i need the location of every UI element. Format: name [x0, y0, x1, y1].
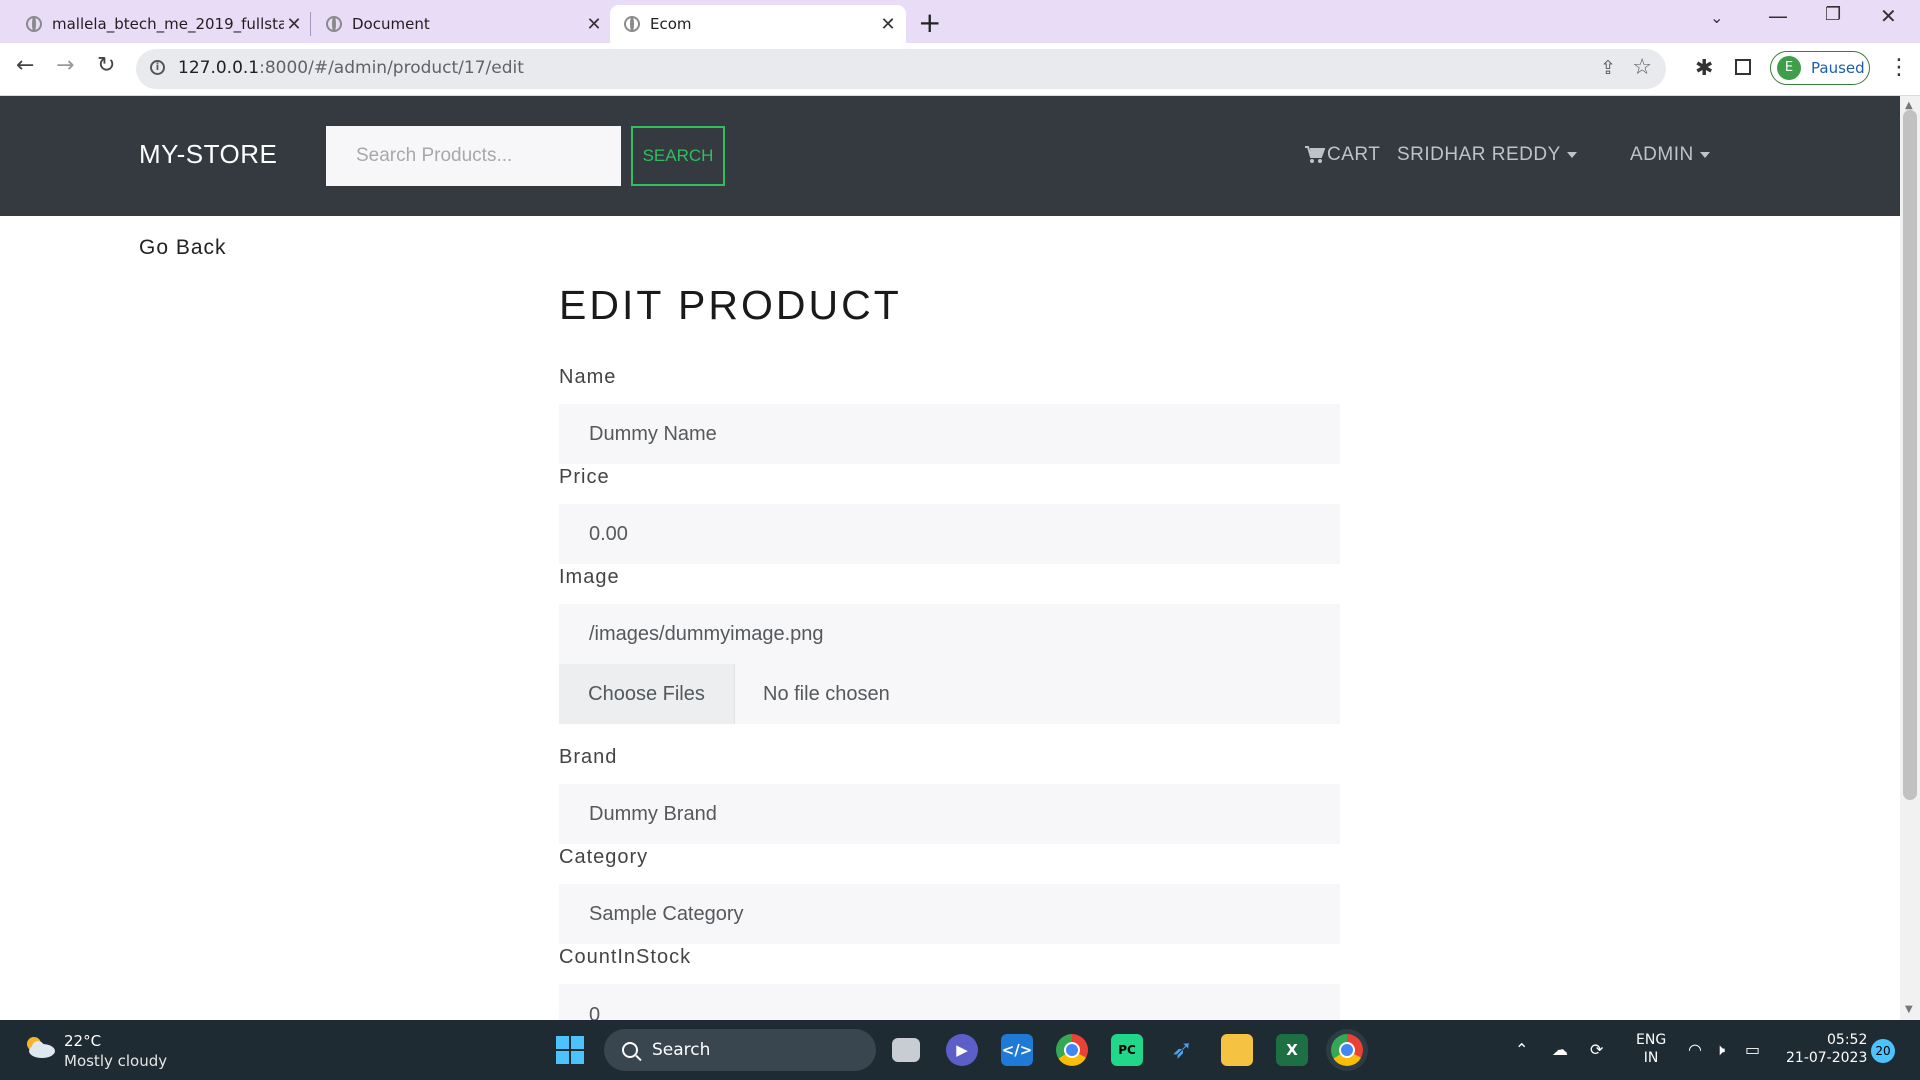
weather-status[interactable]: Mostly cloudy — [64, 1052, 167, 1070]
address-bar[interactable]: i 127.0.0.1:8000/#/admin/product/17/edit… — [136, 49, 1666, 89]
tab-title: mallela_btech_me_2019_fullstack — [52, 15, 284, 33]
price-field[interactable]: 0.00 — [559, 504, 1340, 564]
site-info-icon[interactable]: i — [150, 60, 165, 75]
tab-title: Document — [352, 15, 430, 33]
dolphin-app-icon[interactable]: ➶ — [1166, 1034, 1198, 1066]
clock[interactable]: 05:52 21-07-2023 — [1786, 1031, 1867, 1067]
task-view-icon[interactable] — [892, 1038, 920, 1062]
tab-search-chevron-icon[interactable]: ⌄ — [1710, 8, 1723, 27]
category-label: Category — [559, 846, 649, 868]
excel-icon[interactable]: X — [1276, 1034, 1308, 1066]
language-indicator[interactable]: ENG IN — [1636, 1031, 1666, 1067]
taskbar-search[interactable]: Search — [604, 1029, 876, 1071]
battery-icon[interactable]: ▭ — [1745, 1040, 1760, 1059]
admin-dropdown[interactable]: ADMIN — [1630, 144, 1710, 166]
choose-files-button[interactable]: Choose Files — [559, 664, 735, 724]
taskbar-search-label: Search — [652, 1040, 711, 1060]
chrome-profile-icon[interactable] — [1331, 1034, 1363, 1066]
caret-down-icon — [1566, 152, 1577, 158]
scroll-down-icon[interactable]: ▼ — [1905, 1004, 1913, 1015]
reload-icon[interactable]: ↻ — [97, 53, 115, 78]
profile-status: Paused — [1811, 59, 1865, 77]
menu-kebab-icon[interactable]: ⋮ — [1888, 55, 1910, 80]
browser-tab-ecom[interactable]: Ecom ✕ — [610, 5, 906, 43]
avatar: E — [1777, 56, 1801, 80]
windows-logo-icon — [556, 1036, 584, 1064]
globe-icon — [624, 16, 640, 32]
clock-date: 21-07-2023 — [1786, 1050, 1868, 1066]
language-code: ENG — [1636, 1032, 1667, 1048]
brand-label: Brand — [559, 746, 618, 768]
close-window-icon[interactable]: ✕ — [1880, 4, 1897, 28]
url-text[interactable]: 127.0.0.1:8000/#/admin/product/17/edit — [178, 58, 524, 78]
speaker-muted-icon[interactable]: 🕨 — [1715, 1040, 1725, 1060]
page-title: EDIT PRODUCT — [559, 282, 902, 328]
sync-icon[interactable]: ⟳ — [1590, 1040, 1603, 1059]
url-host: 127.0.0.1 — [178, 58, 260, 78]
cart-link[interactable]: CART — [1305, 144, 1380, 166]
pycharm-icon[interactable]: PC — [1111, 1034, 1143, 1066]
price-label: Price — [559, 466, 610, 488]
search-input[interactable] — [326, 126, 621, 186]
tab-separator — [310, 12, 311, 36]
notification-badge[interactable]: 20 — [1871, 1039, 1895, 1063]
teams-chat-icon[interactable]: ▶ — [946, 1034, 978, 1066]
url-path: :8000/#/admin/product/17/edit — [259, 58, 524, 78]
browser-tab-document[interactable]: Document ✕ — [314, 5, 604, 43]
minimize-icon[interactable]: — — [1768, 4, 1788, 28]
bookmark-star-icon[interactable]: ☆ — [1632, 55, 1652, 80]
close-tab-icon[interactable]: ✕ — [284, 14, 304, 35]
browser-tab-mallela[interactable]: mallela_btech_me_2019_fullstack ✕ — [14, 5, 304, 43]
go-back-link[interactable]: Go Back — [139, 236, 227, 260]
side-panel-icon[interactable] — [1735, 59, 1751, 75]
admin-label: ADMIN — [1630, 144, 1694, 165]
back-icon[interactable]: ← — [16, 53, 34, 78]
tab-title: Ecom — [650, 15, 692, 33]
file-status-text: No file chosen — [763, 682, 890, 705]
close-tab-icon[interactable]: ✕ — [584, 14, 604, 35]
count-in-stock-field[interactable]: 0 — [559, 984, 1340, 1020]
brand-field[interactable]: Dummy Brand — [559, 784, 1340, 844]
page-viewport: MY-STORE SEARCH CART SRIDHAR REDDY ADMIN… — [0, 96, 1900, 1020]
chrome-icon[interactable] — [1056, 1034, 1088, 1066]
brand-logo[interactable]: MY-STORE — [139, 139, 277, 170]
globe-icon — [26, 16, 42, 32]
search-icon — [622, 1042, 638, 1058]
user-name: SRIDHAR REDDY — [1397, 144, 1561, 165]
tray-overflow-chevron-icon[interactable]: ⌃ — [1515, 1040, 1528, 1059]
name-field[interactable]: Dummy Name — [559, 404, 1340, 464]
count-in-stock-label: CountInStock — [559, 946, 692, 968]
scrollbar-thumb[interactable] — [1903, 110, 1917, 800]
region-code: IN — [1643, 1050, 1659, 1066]
cart-label: CART — [1327, 144, 1381, 165]
caret-down-icon — [1699, 152, 1710, 158]
windows-start-icon[interactable] — [554, 1034, 586, 1066]
user-dropdown[interactable]: SRIDHAR REDDY — [1397, 144, 1577, 166]
extensions-puzzle-icon[interactable]: ✱ — [1695, 56, 1713, 81]
search-button[interactable]: SEARCH — [631, 126, 725, 186]
wifi-icon[interactable]: ◠ — [1688, 1040, 1702, 1059]
vscode-icon[interactable]: </> — [1001, 1034, 1033, 1066]
close-tab-icon[interactable]: ✕ — [878, 14, 898, 35]
clock-time: 05:52 — [1827, 1032, 1868, 1048]
image-path-field[interactable]: /images/dummyimage.png — [559, 604, 1340, 664]
image-label: Image — [559, 566, 620, 588]
onedrive-cloud-icon[interactable]: ☁ — [1552, 1040, 1568, 1059]
image-file-input[interactable]: Choose Files No file chosen — [559, 664, 1340, 724]
share-icon[interactable]: ⇪ — [1600, 57, 1616, 79]
profile-button[interactable]: E Paused — [1770, 51, 1870, 85]
category-field[interactable]: Sample Category — [559, 884, 1340, 944]
cart-icon — [1305, 146, 1325, 163]
name-label: Name — [559, 366, 617, 388]
globe-icon — [326, 16, 342, 32]
restore-icon[interactable]: ❐ — [1825, 4, 1841, 25]
file-explorer-icon[interactable] — [1221, 1034, 1253, 1066]
weather-cloud-icon[interactable] — [22, 1035, 56, 1059]
new-tab-icon[interactable]: + — [918, 6, 941, 39]
forward-icon[interactable]: → — [56, 53, 74, 78]
weather-temperature[interactable]: 22°C — [64, 1032, 101, 1050]
app-navbar: MY-STORE SEARCH CART SRIDHAR REDDY ADMIN — [0, 96, 1900, 216]
